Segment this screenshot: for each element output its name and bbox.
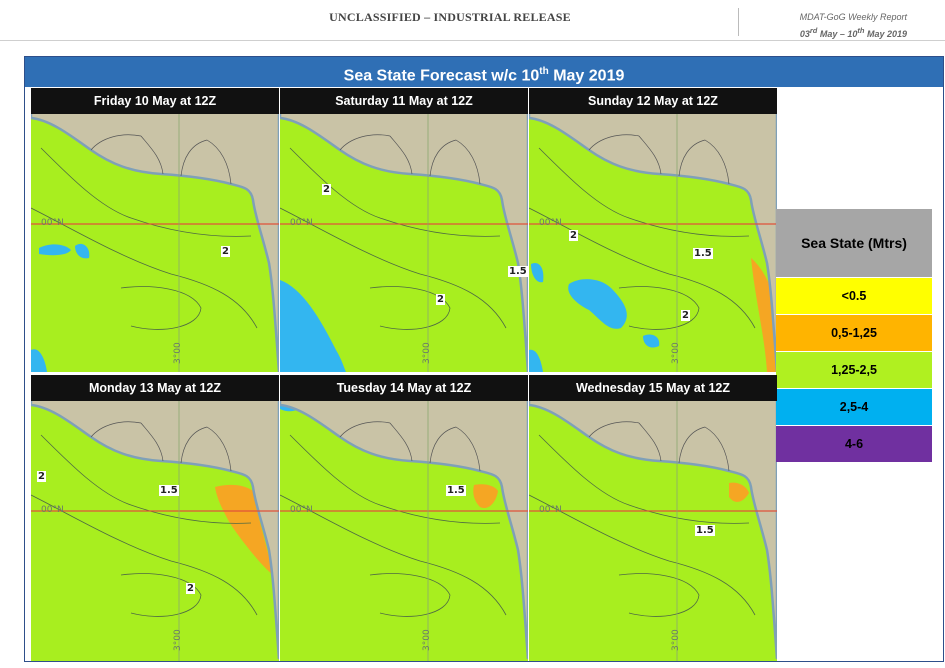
rough-sea-area	[39, 244, 71, 256]
rough-sea-area	[531, 262, 544, 283]
longitude-label: 3°00	[422, 629, 432, 651]
report-date: 03rd May – 10th May 2019	[799, 26, 907, 39]
sea-state-map	[280, 88, 528, 372]
panel-label: Friday 10 May at 12Z	[31, 88, 279, 114]
contour-line	[280, 494, 507, 616]
equator-label: 00°N	[290, 505, 313, 515]
header-divider	[738, 8, 739, 36]
figure-title: Sea State Forecast w/c 10th May 2019	[25, 57, 943, 87]
longitude-label: 3°00	[671, 629, 681, 651]
report-name: MDAT-GoG Weekly Report	[799, 12, 907, 22]
panel-label: Saturday 11 May at 12Z	[280, 88, 528, 114]
contour-line	[31, 207, 258, 329]
sea-state-map	[280, 375, 528, 661]
equator-label: 00°N	[41, 218, 64, 228]
rough-sea-area	[529, 349, 543, 372]
equator-label: 00°N	[539, 218, 562, 228]
slight-sea-area	[473, 484, 498, 509]
contour-line	[31, 494, 258, 616]
contour-label: 2	[186, 583, 195, 594]
panel-label: Tuesday 14 May at 12Z	[280, 375, 528, 401]
contour-label: 1.5	[159, 485, 179, 496]
contour-label: 1.5	[446, 485, 466, 496]
rough-sea-area	[31, 349, 47, 372]
contour-line	[280, 207, 507, 329]
legend-item: <0.5	[776, 277, 932, 314]
sea-state-map	[31, 88, 279, 372]
contour-label: 1.5	[508, 266, 528, 277]
panel-label: Monday 13 May at 12Z	[31, 375, 279, 401]
longitude-label: 3°00	[422, 342, 432, 364]
contour-label: 2	[221, 246, 230, 257]
contour-line	[529, 494, 756, 616]
legend-title: Sea State (Mtrs)	[776, 209, 932, 277]
contour-line	[369, 573, 451, 617]
equator-label: 00°N	[290, 218, 313, 228]
rough-sea-area	[75, 243, 90, 259]
forecast-panel: Friday 10 May at 12Z 00°N 3°00 2	[31, 88, 279, 372]
contour-label: 2	[37, 471, 46, 482]
equator-label: 00°N	[41, 505, 64, 515]
contour-label: 1.5	[693, 248, 713, 259]
longitude-label: 3°00	[173, 342, 183, 364]
contour-line	[618, 573, 700, 617]
contour-label: 2	[681, 310, 690, 321]
contour-line	[618, 286, 700, 330]
legend-item: 0,5-1,25	[776, 314, 932, 351]
contour-line	[120, 286, 202, 330]
forecast-panel: Sunday 12 May at 12Z 00°N 3°00 2 1.5 2	[529, 88, 777, 372]
contour-label: 2	[322, 184, 331, 195]
panel-label: Wednesday 15 May at 12Z	[529, 375, 777, 401]
longitude-label: 3°00	[173, 629, 183, 651]
forecast-panel: Saturday 11 May at 12Z 00°N 3°00 2 1.5 2	[280, 88, 528, 372]
forecast-panel: Wednesday 15 May at 12Z 00°N 3°00 1.5	[529, 375, 777, 661]
rough-sea-area	[280, 280, 346, 372]
header-rule	[0, 40, 945, 41]
sea-state-map	[529, 375, 777, 661]
slight-sea-area	[729, 482, 749, 502]
rough-sea-area	[568, 279, 627, 329]
forecast-panel: Monday 13 May at 12Z 00°N 3°00 2 1.5 2	[31, 375, 279, 661]
legend-item: 1,25-2,5	[776, 351, 932, 388]
longitude-label: 3°00	[671, 342, 681, 364]
panel-label: Sunday 12 May at 12Z	[529, 88, 777, 114]
contour-line	[120, 573, 202, 617]
sea-state-map	[31, 375, 279, 661]
equator-label: 00°N	[539, 505, 562, 515]
contour-label: 1.5	[695, 525, 715, 536]
report-info: MDAT-GoG Weekly Report 03rd May – 10th M…	[800, 11, 907, 41]
rough-sea-area	[643, 334, 660, 348]
sea-state-map	[529, 88, 777, 372]
sea-state-legend: Sea State (Mtrs) <0.5 0,5-1,25 1,25-2,5 2,5…	[776, 209, 932, 462]
legend-item: 4-6	[776, 425, 932, 462]
forecast-panel: Tuesday 14 May at 12Z 00°N 3°00 1.5	[280, 375, 528, 661]
forecast-figure: Sea State Forecast w/c 10th May 2019 Fri…	[24, 56, 944, 662]
legend-item: 2,5-4	[776, 388, 932, 425]
contour-label: 2	[436, 294, 445, 305]
classification-banner: UNCLASSIFIED – INDUSTRIAL RELEASE	[329, 10, 571, 24]
contour-label: 2	[569, 230, 578, 241]
contour-line	[529, 207, 756, 329]
